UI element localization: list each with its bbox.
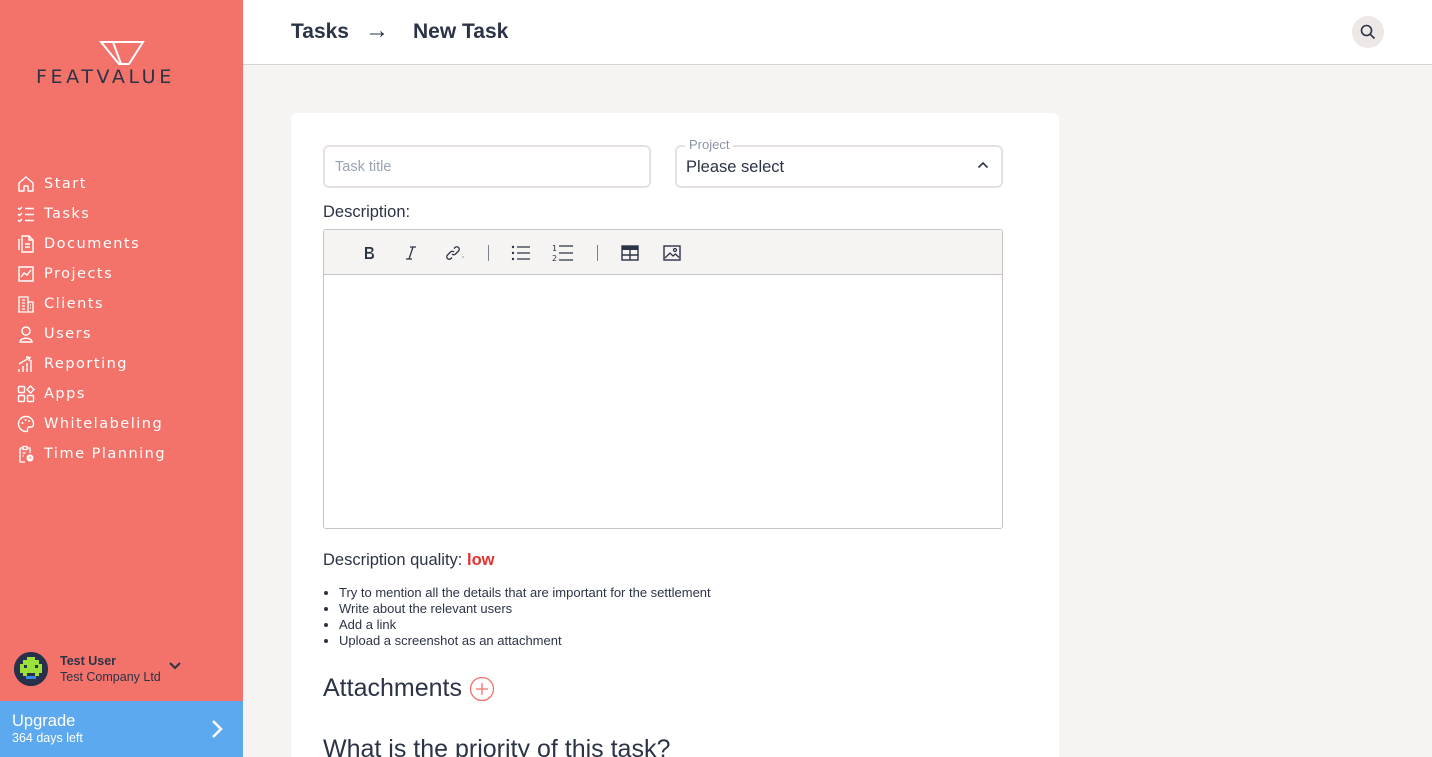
- user-icon: [19, 326, 33, 343]
- sidebar-item-label: Whitelabeling: [44, 416, 164, 432]
- chevron-up-icon: [977, 161, 989, 169]
- italic-button[interactable]: [399, 241, 423, 265]
- apps-icon: [17, 385, 35, 403]
- header: Tasks → New Task: [243, 0, 1432, 65]
- link-icon: [446, 246, 464, 260]
- breadcrumb-separator: →: [365, 17, 389, 44]
- description-editor: 12: [323, 229, 1003, 529]
- sidebar-item-start[interactable]: Start: [0, 169, 243, 199]
- user-menu[interactable]: Test User Test Company Ltd: [14, 651, 229, 687]
- user-info: Test User Test Company Ltd: [60, 654, 161, 684]
- sidebar-item-label: Projects: [44, 266, 114, 282]
- clients-icon: [18, 296, 34, 313]
- link-button[interactable]: [443, 241, 467, 265]
- editor-toolbar: 12: [324, 230, 1002, 275]
- sidebar-item-label: Time Planning: [44, 446, 167, 462]
- sidebar-item-label: Reporting: [44, 356, 128, 372]
- sidebar-item-time-planning[interactable]: Time Planning: [0, 439, 243, 469]
- bullet-list-icon: [511, 245, 530, 261]
- reporting-icon: [18, 356, 32, 372]
- new-task-form: Project Please select Description: 12: [291, 113, 1059, 757]
- logo-text: FEATVALUE: [36, 66, 175, 88]
- user-name: Test User: [60, 654, 117, 668]
- avatar: [14, 652, 48, 686]
- tasks-icon: [17, 206, 34, 223]
- quality-tips: Try to mention all the details that are …: [339, 585, 711, 649]
- table-button[interactable]: [618, 241, 642, 265]
- priority-title: What is the priority of this task?: [323, 735, 671, 757]
- projects-icon: [18, 266, 34, 282]
- chevron-down-icon[interactable]: [169, 662, 181, 670]
- project-value: Please select: [686, 158, 785, 176]
- sidebar-item-label: Apps: [44, 386, 86, 402]
- sidebar: FEATVALUE Start Tasks Documents Projects…: [0, 0, 243, 757]
- sidebar-item-label: Tasks: [44, 206, 91, 222]
- toolbar-divider: [488, 245, 489, 261]
- search-icon: [1360, 24, 1376, 40]
- toolbar-divider: [597, 245, 598, 261]
- pixel-avatar-icon: [14, 652, 48, 686]
- bold-icon: [365, 247, 374, 259]
- breadcrumb-new-task: New Task: [413, 20, 509, 43]
- italic-icon: [406, 246, 416, 260]
- palette-icon: [17, 415, 35, 433]
- search-button[interactable]: [1352, 16, 1384, 48]
- project-select[interactable]: Project Please select: [675, 137, 1003, 188]
- sidebar-item-projects[interactable]: Projects: [0, 259, 243, 289]
- sidebar-item-documents[interactable]: Documents: [0, 229, 243, 259]
- list-item: Try to mention all the details that are …: [339, 585, 711, 601]
- upgrade-button[interactable]: Upgrade 364 days left: [0, 701, 243, 757]
- description-label: Description:: [323, 203, 411, 221]
- attachments-title: Attachments: [323, 674, 462, 702]
- logo-mark-icon: [99, 41, 145, 65]
- sidebar-item-apps[interactable]: Apps: [0, 379, 243, 409]
- list-item: Add a link: [339, 617, 711, 633]
- numbered-list-button[interactable]: 12: [551, 241, 575, 265]
- numbered-list-icon: 12: [552, 244, 573, 263]
- project-label: Project: [685, 137, 734, 152]
- task-title-field[interactable]: [323, 145, 651, 188]
- bullet-list-button[interactable]: [509, 241, 533, 265]
- sidebar-item-whitelabeling[interactable]: Whitelabeling: [0, 409, 243, 439]
- list-item: Upload a screenshot as an attachment: [339, 633, 711, 649]
- breadcrumb-tasks[interactable]: Tasks: [291, 20, 349, 44]
- time-planning-icon: [19, 445, 34, 463]
- quality-value: low: [467, 551, 495, 569]
- sidebar-item-label: Start: [44, 176, 87, 192]
- sidebar-item-clients[interactable]: Clients: [0, 289, 243, 319]
- image-icon: [663, 245, 681, 261]
- upgrade-title: Upgrade: [12, 712, 76, 730]
- list-item: Write about the relevant users: [339, 601, 711, 617]
- table-icon: [621, 245, 639, 261]
- add-attachment-icon[interactable]: [469, 676, 495, 702]
- chevron-right-icon: [212, 720, 223, 738]
- description-quality: Description quality: low: [323, 551, 495, 570]
- attachments-section: Attachments: [323, 674, 495, 703]
- quality-label: Description quality:: [323, 551, 463, 569]
- svg-text:2: 2: [552, 254, 557, 263]
- sidebar-item-label: Clients: [44, 296, 105, 312]
- logo[interactable]: FEATVALUE: [36, 40, 208, 88]
- task-title-input[interactable]: [325, 147, 649, 186]
- sidebar-item-reporting[interactable]: Reporting: [0, 349, 243, 379]
- svg-text:1: 1: [552, 244, 557, 253]
- documents-icon: [18, 235, 34, 253]
- bold-button[interactable]: [357, 241, 381, 265]
- home-icon: [18, 176, 34, 192]
- sidebar-nav: Start Tasks Documents Projects Clients U…: [0, 169, 243, 469]
- sidebar-item-label: Documents: [44, 236, 141, 252]
- sidebar-item-label: Users: [44, 326, 93, 342]
- sidebar-item-tasks[interactable]: Tasks: [0, 199, 243, 229]
- description-textarea[interactable]: [324, 275, 1002, 528]
- image-button[interactable]: [660, 241, 684, 265]
- upgrade-days-left: 364 days left: [12, 731, 83, 745]
- sidebar-item-users[interactable]: Users: [0, 319, 243, 349]
- user-company: Test Company Ltd: [60, 670, 161, 684]
